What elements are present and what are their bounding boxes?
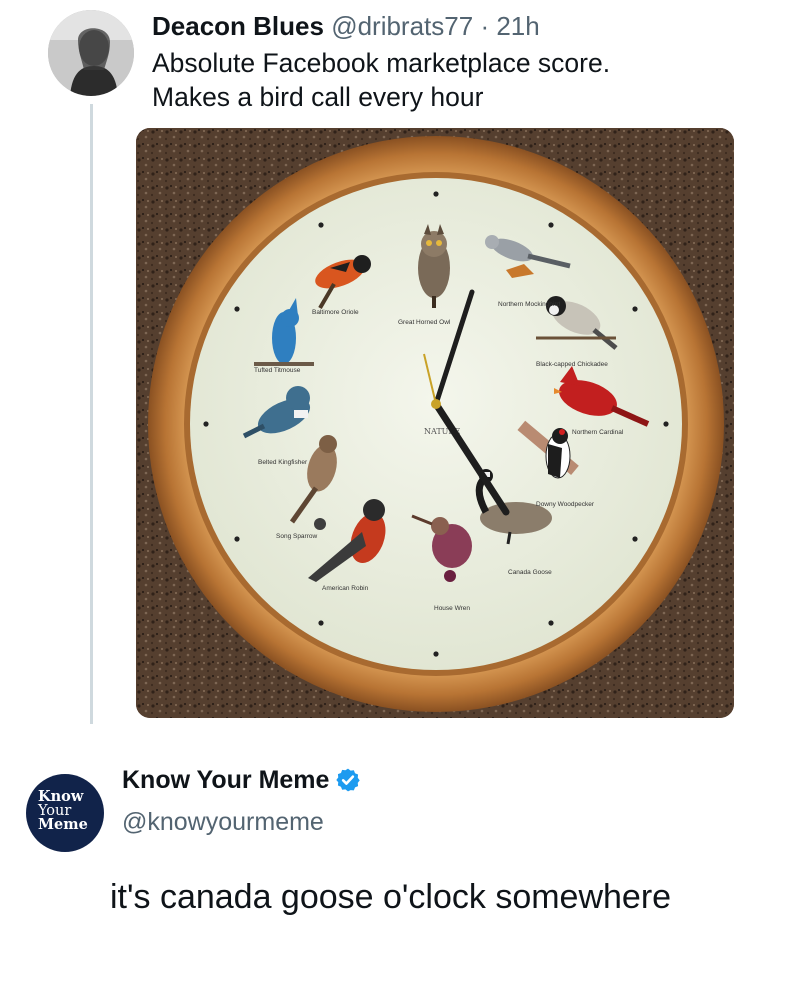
label-seven: American Robin xyxy=(322,585,369,592)
label-one: Northern Mockingbird xyxy=(498,301,561,308)
tweet-text-line-1: Absolute Facebook marketplace score. xyxy=(152,48,611,78)
quoted-tweet: Deacon Blues @dribrats77 · 21h Absolute … xyxy=(0,0,800,740)
display-name[interactable]: Deacon Blues xyxy=(152,11,324,41)
label-eight: Song Sparrow xyxy=(276,533,317,540)
reply-display-name[interactable]: Know Your Meme xyxy=(122,764,361,796)
label-six: House Wren xyxy=(434,605,470,612)
separator-dot: · xyxy=(480,11,490,41)
label-twelve: Great Horned Owl xyxy=(398,319,451,326)
label-eleven: Baltimore Oriole xyxy=(312,309,359,316)
label-three: Northern Cardinal xyxy=(572,429,624,436)
label-two: Black-capped Chickadee xyxy=(536,361,608,368)
tweet-photo[interactable]: Great Horned Owl Northern Mockingbird Bl… xyxy=(136,128,734,718)
bird-clock-photo: Great Horned Owl Northern Mockingbird Bl… xyxy=(136,128,734,718)
handle[interactable]: @dribrats77 xyxy=(331,11,473,41)
label-five: Canada Goose xyxy=(508,569,552,576)
thread-line xyxy=(90,104,93,724)
timestamp[interactable]: 21h xyxy=(496,11,539,41)
tweet-text: Absolute Facebook marketplace score. Mak… xyxy=(152,46,772,114)
know-your-meme-logo[interactable]: Know Your Meme xyxy=(26,774,104,852)
tweet-text-line-2: Makes a bird call every hour xyxy=(152,82,484,112)
tweet-header: Deacon Blues @dribrats77 · 21h xyxy=(152,10,540,42)
avatar[interactable] xyxy=(48,10,134,96)
label-ten: Tufted Titmouse xyxy=(254,367,301,374)
reply-tweet: Know Your Meme Know Your Meme @knowyourm… xyxy=(0,750,800,1000)
reply-text: it's canada goose o'clock somewhere xyxy=(110,878,672,916)
label-nine: Belted Kingfisher xyxy=(258,459,308,466)
label-four: Downy Woodpecker xyxy=(536,501,595,508)
reply-handle[interactable]: @knowyourmeme xyxy=(122,806,324,838)
verified-badge-icon xyxy=(336,768,361,792)
